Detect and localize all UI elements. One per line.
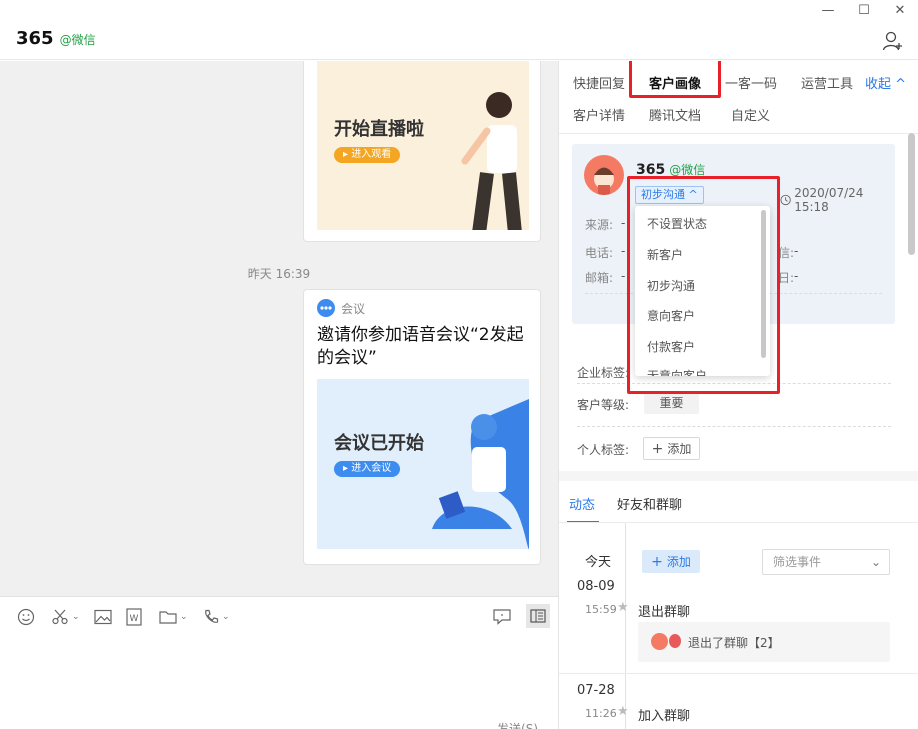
chat-timestamp: 昨天 16:39 [247, 267, 311, 281]
live-poster: 开始直播啦 ▸ 进入观看 [317, 61, 529, 230]
close-button[interactable]: ✕ [882, 0, 918, 20]
meeting-join-button[interactable]: ▸ 进入会议 [334, 461, 401, 477]
tab-customer-detail[interactable]: 客户详情 [573, 105, 625, 124]
chevron-down-icon[interactable]: ⌄ [72, 612, 80, 622]
laptop-woman-illustration [432, 399, 529, 549]
highlight-box-tab [629, 61, 721, 98]
info-value: - [794, 244, 799, 258]
collapse-button[interactable]: 收起 ^ [865, 73, 906, 92]
timeline-today: 今天 [585, 555, 612, 570]
send-button[interactable]: 发送(S) [497, 720, 538, 729]
add-label: 添加 [667, 442, 692, 456]
timeline-add-button[interactable]: + 添加 [642, 550, 700, 573]
panel-scrollbar[interactable] [908, 133, 915, 255]
personal-tag-label: 个人标签: [577, 443, 630, 457]
timeline-date: 07-28 [577, 683, 615, 698]
phone-label: 电话: [585, 246, 614, 260]
input-toolbar: ⌄ W ⌄ ⌄ [0, 596, 558, 636]
woman-illustration [461, 92, 522, 230]
meeting-message: 邀请你参加语音会议“2发起的会议” [317, 325, 524, 368]
comment-icon[interactable] [493, 607, 511, 627]
timeline-event: 退出群聊 [638, 605, 691, 620]
live-poster-title: 开始直播啦 [334, 119, 424, 140]
profile-date: 2020/07/24 15:18 [780, 186, 895, 214]
svg-text:W: W [130, 614, 139, 624]
tab-quick-reply[interactable]: 快捷回复 [573, 73, 625, 92]
emoji-icon[interactable] [17, 607, 35, 627]
chat-title: 365 @微信 [16, 28, 96, 49]
maximize-button[interactable]: ☐ [846, 0, 882, 20]
highlight-box-dropdown [627, 176, 780, 394]
event-filter-placeholder: 筛选事件 [773, 555, 822, 569]
chevron-down-icon[interactable]: ⌄ [180, 612, 188, 622]
timeline-add-label: 添加 [666, 555, 691, 569]
birthday-value: - [794, 269, 799, 283]
word-doc-icon[interactable]: W [126, 607, 142, 627]
enterprise-tag-label: 企业标签: [577, 366, 630, 380]
tab-ops-tools[interactable]: 运营工具 [801, 73, 853, 92]
timeline-time: 11:26 [585, 707, 617, 720]
email-label: 邮箱: [585, 271, 614, 285]
live-watch-button[interactable]: ▸ 进入观看 [334, 147, 401, 163]
timeline-event: 加入群聊 [638, 709, 691, 724]
timeline-line [625, 523, 626, 729]
tab-activity[interactable]: 动态 [569, 494, 595, 513]
image-icon[interactable] [94, 607, 112, 627]
divider [559, 673, 918, 674]
source-label: 来源: [585, 218, 614, 232]
add-member-icon[interactable] [882, 30, 904, 52]
source-value: - [621, 216, 626, 230]
meeting-card[interactable]: 会议 邀请你参加语音会议“2发起的会议” 会议已开始 ▸ 进入会议 [303, 289, 541, 565]
chat-history[interactable]: 开始直播啦 ▸ 进入观看 昨天 16:39 会议 邀请你参加语音会议“2发起的会… [0, 61, 558, 596]
phone-value: - [621, 244, 626, 258]
add-personal-tag-button[interactable]: + 添加 [643, 437, 700, 460]
chevron-down-icon[interactable]: ⌄ [222, 612, 230, 622]
divider [577, 426, 891, 427]
chat-tag: @微信 [59, 33, 96, 47]
meeting-icon [317, 299, 335, 317]
tab-friends-groups[interactable]: 好友和群聊 [617, 494, 682, 513]
pin-icon: ★ [617, 600, 629, 615]
chevron-down-icon: ⌄ [870, 555, 881, 569]
email-value: - [621, 269, 626, 283]
timeline-date: 08-09 [577, 579, 615, 594]
sidebar-toggle-icon[interactable] [526, 604, 550, 628]
clock-icon [780, 194, 791, 206]
meeting-source-label: 会议 [341, 301, 366, 316]
info-label: 信: [778, 246, 795, 260]
event-detail: 退出了群聊【2】 [638, 622, 890, 662]
scissors-icon[interactable]: ⌄ [51, 607, 80, 627]
section-divider [559, 471, 918, 481]
avatar [651, 633, 668, 650]
avatar [669, 634, 681, 648]
live-card[interactable]: 开始直播啦 ▸ 进入观看 [303, 61, 541, 242]
phone-icon[interactable]: ⌄ [203, 607, 230, 627]
tab-custom[interactable]: 自定义 [731, 105, 770, 124]
pin-icon: ★ [617, 704, 629, 719]
level-tag[interactable]: 重要 [644, 392, 699, 414]
avatar [584, 155, 624, 195]
meeting-poster: 会议已开始 ▸ 进入会议 [317, 379, 529, 549]
tab-one-code[interactable]: 一客一码 [725, 73, 777, 92]
plus-icon: + [651, 553, 663, 570]
timeline-time: 15:59 [585, 603, 617, 616]
plus-icon: + [651, 440, 664, 457]
meeting-poster-title: 会议已开始 [334, 433, 424, 454]
divider [559, 133, 918, 134]
customer-panel: 快捷回复 客户画像 一客一码 运营工具 收起 ^ 客户详情 腾讯文档 自定义 3… [558, 61, 918, 729]
event-detail-text: 退出了群聊【2】 [688, 636, 780, 650]
event-filter-select[interactable]: 筛选事件 ⌄ [762, 549, 890, 575]
title-bar: — ☐ ✕ 365 @微信 [0, 0, 918, 60]
folder-icon[interactable]: ⌄ [159, 607, 188, 627]
divider [559, 522, 918, 523]
message-input[interactable]: 发送(S) [0, 636, 558, 729]
chat-name: 365 [16, 28, 54, 49]
profile-date-text: 2020/07/24 15:18 [794, 186, 864, 214]
window-controls: — ☐ ✕ [810, 0, 918, 20]
tab-tencent-docs[interactable]: 腾讯文档 [649, 105, 701, 124]
birthday-label: 日: [778, 271, 795, 285]
meeting-source: 会议 [317, 299, 365, 317]
minimize-button[interactable]: — [810, 0, 846, 20]
level-label: 客户等级: [577, 398, 630, 412]
